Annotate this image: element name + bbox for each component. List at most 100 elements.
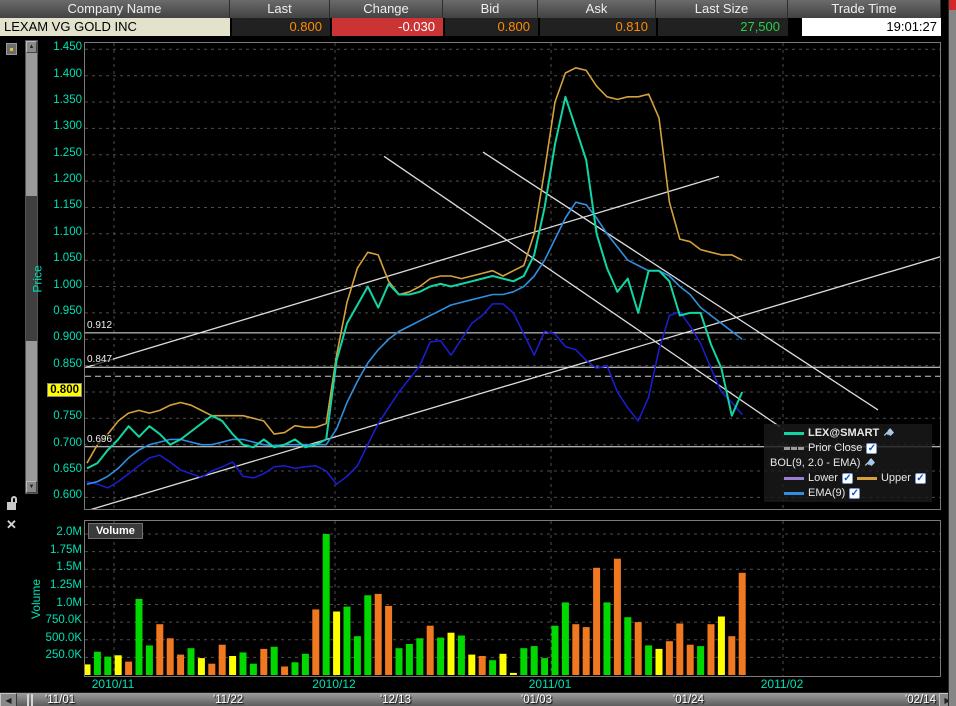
volume-bar[interactable] bbox=[593, 568, 600, 675]
volume-bar[interactable] bbox=[385, 606, 392, 675]
volume-bar[interactable] bbox=[260, 649, 267, 675]
volume-bar[interactable] bbox=[240, 652, 247, 675]
volume-bar[interactable] bbox=[85, 664, 91, 675]
volume-bar[interactable] bbox=[416, 638, 423, 675]
volume-bar[interactable] bbox=[208, 664, 215, 675]
volume-bar[interactable] bbox=[177, 655, 184, 675]
legend-bollinger[interactable]: BOL(9, 2.0 - EMA) bbox=[770, 456, 860, 471]
volume-bar[interactable] bbox=[468, 655, 475, 675]
volume-bar[interactable] bbox=[676, 624, 683, 676]
company-name-cell[interactable]: LEXAM VG GOLD INC bbox=[0, 18, 230, 36]
volume-bar[interactable] bbox=[739, 573, 746, 675]
price-chart[interactable]: LEX@SMART ☚ Prior Close ✓ BOL(9, 2.0 - E… bbox=[84, 42, 941, 510]
price-tick-label: 0.900 bbox=[38, 331, 82, 343]
volume-bar[interactable] bbox=[656, 649, 663, 675]
volume-bar[interactable] bbox=[229, 656, 236, 675]
volume-bar[interactable] bbox=[718, 617, 725, 676]
series-ema[interactable] bbox=[87, 202, 742, 484]
legend-lower[interactable]: Lower bbox=[808, 471, 838, 486]
trendline[interactable] bbox=[384, 156, 780, 427]
scroll-up-icon[interactable]: ▲ bbox=[26, 41, 37, 53]
volume-bar[interactable] bbox=[500, 654, 507, 675]
volume-bar[interactable] bbox=[624, 617, 631, 675]
quote-chart-window: Company Name LEXAM VG GOLD INC Last 0.80… bbox=[0, 0, 956, 706]
volume-bar[interactable] bbox=[520, 648, 527, 675]
series-upper[interactable] bbox=[87, 68, 742, 463]
legend-upper[interactable]: Upper bbox=[881, 471, 911, 486]
series-lower[interactable] bbox=[87, 304, 742, 488]
volume-bar[interactable] bbox=[572, 624, 579, 675]
volume-bar[interactable] bbox=[687, 645, 694, 675]
volume-chart[interactable]: Volume bbox=[84, 520, 941, 677]
volume-bar[interactable] bbox=[302, 654, 309, 675]
close-icon[interactable]: ✕ bbox=[6, 517, 17, 533]
volume-bar[interactable] bbox=[396, 648, 403, 675]
volume-bar[interactable] bbox=[728, 636, 735, 675]
volume-bar[interactable] bbox=[635, 622, 642, 675]
upper-checkbox[interactable]: ✓ bbox=[915, 473, 926, 484]
volume-bar[interactable] bbox=[333, 612, 340, 676]
volume-bar[interactable] bbox=[531, 646, 538, 675]
lower-checkbox[interactable]: ✓ bbox=[842, 473, 853, 484]
price-tick-label: 1.450 bbox=[38, 41, 82, 53]
volume-bar[interactable] bbox=[344, 607, 351, 675]
trendline[interactable] bbox=[483, 152, 878, 410]
volume-bar[interactable] bbox=[697, 646, 704, 675]
prior-close-checkbox[interactable]: ✓ bbox=[866, 443, 877, 454]
scroll-left-icon[interactable]: ◀ bbox=[0, 693, 17, 706]
volume-panel-label[interactable]: Volume bbox=[88, 523, 143, 539]
volume-bar[interactable] bbox=[562, 602, 569, 675]
scroll-down-icon[interactable]: ▼ bbox=[26, 481, 37, 493]
volume-bar[interactable] bbox=[708, 624, 715, 675]
volume-chart-canvas bbox=[85, 521, 940, 676]
volume-bar[interactable] bbox=[448, 633, 455, 675]
volume-bar[interactable] bbox=[541, 658, 548, 675]
volume-bar[interactable] bbox=[666, 641, 673, 675]
volume-bar[interactable] bbox=[427, 626, 434, 675]
panel-corner-icon[interactable] bbox=[6, 43, 17, 55]
chart-legend: LEX@SMART ☚ Prior Close ✓ BOL(9, 2.0 - E… bbox=[764, 424, 932, 502]
volume-bar[interactable] bbox=[364, 595, 371, 675]
volume-bar[interactable] bbox=[552, 626, 559, 675]
volume-bar[interactable] bbox=[406, 644, 413, 675]
unlock-icon[interactable] bbox=[7, 496, 19, 511]
volume-bar[interactable] bbox=[250, 664, 257, 675]
legend-prior-close[interactable]: Prior Close bbox=[808, 441, 862, 456]
legend-ema[interactable]: EMA(9) bbox=[808, 486, 845, 501]
scrollbar-handle[interactable] bbox=[27, 694, 33, 706]
volume-bar[interactable] bbox=[458, 636, 465, 676]
volume-bar[interactable] bbox=[146, 645, 153, 675]
lower-band-swatch bbox=[784, 477, 804, 480]
right-rail-scrollbar[interactable] bbox=[948, 0, 956, 706]
volume-bar[interactable] bbox=[94, 652, 101, 675]
volume-bar[interactable] bbox=[604, 602, 611, 675]
volume-bar[interactable] bbox=[510, 673, 517, 675]
volume-bar[interactable] bbox=[437, 638, 444, 675]
volume-bar[interactable] bbox=[323, 534, 330, 675]
volume-bar[interactable] bbox=[614, 559, 621, 675]
volume-bar[interactable] bbox=[125, 662, 132, 675]
volume-bar[interactable] bbox=[354, 636, 361, 675]
volume-bar[interactable] bbox=[489, 660, 496, 675]
volume-bar[interactable] bbox=[281, 667, 288, 676]
trendline[interactable] bbox=[86, 176, 719, 367]
volume-bar[interactable] bbox=[312, 609, 319, 675]
volume-bar[interactable] bbox=[645, 645, 652, 675]
volume-bar[interactable] bbox=[115, 655, 122, 675]
legend-lex-smart[interactable]: LEX@SMART bbox=[808, 426, 879, 441]
volume-bar[interactable] bbox=[104, 657, 111, 675]
volume-bar[interactable] bbox=[479, 656, 486, 675]
horizontal-scrollbar[interactable]: ◀ ▶ '11/01'11/22'12/13'01/03'01/24'02/14 bbox=[0, 692, 956, 706]
ema-checkbox[interactable]: ✓ bbox=[849, 488, 860, 499]
volume-bar[interactable] bbox=[136, 599, 143, 675]
volume-bar[interactable] bbox=[188, 648, 195, 675]
volume-bar[interactable] bbox=[583, 627, 590, 675]
volume-bar[interactable] bbox=[156, 624, 163, 675]
volume-bar[interactable] bbox=[167, 638, 174, 675]
volume-bar[interactable] bbox=[198, 658, 205, 675]
volume-bar[interactable] bbox=[292, 662, 299, 675]
volume-tick-label: 250.0K bbox=[34, 649, 82, 661]
volume-bar[interactable] bbox=[375, 594, 382, 675]
volume-bar[interactable] bbox=[271, 647, 278, 675]
volume-bar[interactable] bbox=[219, 645, 226, 675]
